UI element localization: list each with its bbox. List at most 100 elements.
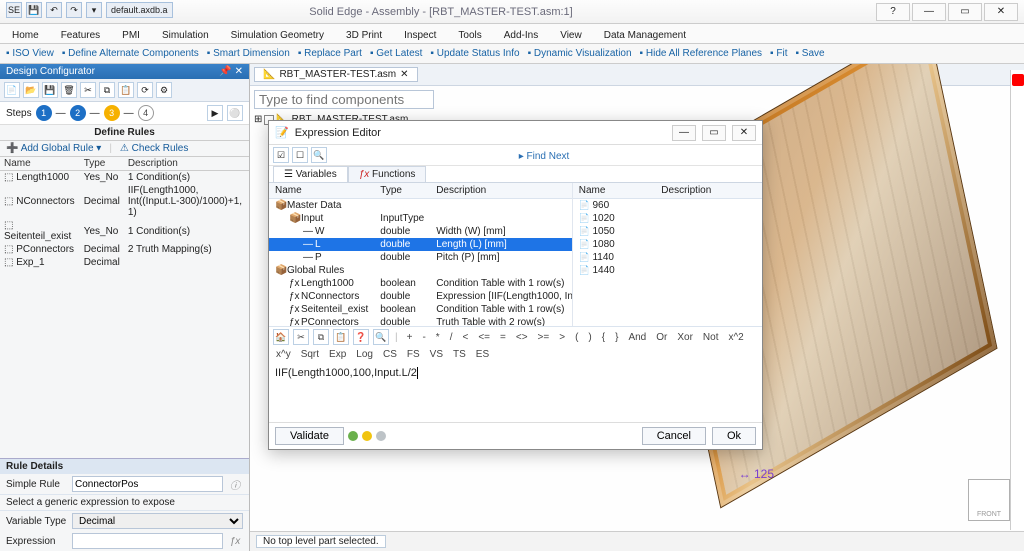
minimize-button[interactable]: — — [912, 3, 946, 21]
qat-undo-icon[interactable]: ↶ — [46, 2, 62, 18]
op-exp[interactable]: Exp — [326, 349, 349, 360]
op-[interactable]: - — [419, 332, 428, 343]
ribbon-tab-add-ins[interactable]: Add-Ins — [498, 28, 544, 43]
expr-paste-icon[interactable]: 📋 — [333, 329, 349, 345]
dialog-maximize-button[interactable]: ▭ — [702, 125, 726, 141]
refresh-icon[interactable]: ⟳ — [137, 82, 153, 98]
cut-icon[interactable]: ✂ — [80, 82, 96, 98]
find-next-link[interactable]: ▸ Find Next — [330, 147, 758, 163]
var-row[interactable]: —PdoublePitch (P) [mm] — [269, 251, 573, 264]
dlg-uncheckall-icon[interactable]: ☐ — [292, 147, 308, 163]
ribbon-tab-simulation-geometry[interactable]: Simulation Geometry — [225, 28, 330, 43]
expr-cut-icon[interactable]: ✂ — [293, 329, 309, 345]
op-and[interactable]: And — [625, 332, 649, 343]
find-components-input[interactable] — [254, 90, 434, 109]
tab-functions[interactable]: ƒx Functions — [348, 166, 427, 182]
qat-file-combo[interactable]: default.axdb.a — [106, 2, 173, 18]
rule-row[interactable]: ⬚ Seitenteil_existYes_No1 Condition(s) — [0, 219, 249, 243]
panel-pin-icon[interactable]: 📌 ✕ — [219, 66, 243, 77]
step-3[interactable]: 3 — [104, 105, 120, 121]
expression-textarea[interactable]: IIF(Length1000,100,Input.L/2 — [269, 362, 762, 422]
info-icon[interactable]: ⓘ — [227, 477, 243, 492]
ribbon-tab-data-management[interactable]: Data Management — [598, 28, 692, 43]
maximize-button[interactable]: ▭ — [948, 3, 982, 21]
open-icon[interactable]: 📂 — [23, 82, 39, 98]
validate-button[interactable]: Validate — [275, 427, 344, 445]
op-cs[interactable]: CS — [380, 349, 400, 360]
youtube-icon[interactable] — [1012, 74, 1024, 86]
op-[interactable]: * — [433, 332, 443, 343]
qat-dropdown-icon[interactable]: ▾ — [86, 2, 102, 18]
expr-copy-icon[interactable]: ⧉ — [313, 329, 329, 345]
step-4[interactable]: 4 — [138, 105, 154, 121]
cmd-get-latest[interactable]: ▪ Get Latest — [370, 48, 422, 59]
paste-icon[interactable]: 📋 — [118, 82, 134, 98]
value-row[interactable]: 960 — [573, 199, 762, 213]
dlg-browse-icon[interactable]: 🔍 — [311, 147, 327, 163]
op-xor[interactable]: Xor — [674, 332, 696, 343]
op-x2[interactable]: x^2 — [725, 332, 746, 343]
var-row[interactable]: —LdoubleLength (L) [mm] — [269, 238, 573, 251]
cmd-replace-part[interactable]: ▪ Replace Part — [298, 48, 362, 59]
var-row[interactable]: —WdoubleWidth (W) [mm] — [269, 225, 573, 238]
op-[interactable]: ) — [585, 332, 594, 343]
ribbon-tab-tools[interactable]: Tools — [452, 28, 487, 43]
cmd-iso-view[interactable]: ▪ ISO View — [6, 48, 54, 59]
rule-row[interactable]: ⬚ Length1000Yes_No1 Condition(s) — [0, 171, 249, 185]
ribbon-tab-simulation[interactable]: Simulation — [156, 28, 215, 43]
op-es[interactable]: ES — [473, 349, 492, 360]
var-row[interactable]: 📦InputInputType — [269, 212, 573, 225]
values-grid[interactable]: NameDescription 96010201050108011401440 — [573, 183, 762, 277]
dlg-checkall-icon[interactable]: ☑ — [273, 147, 289, 163]
op-[interactable]: > — [556, 332, 568, 343]
view-cube[interactable] — [968, 479, 1010, 521]
dialog-close-button[interactable]: ✕ — [732, 125, 756, 141]
cmd-define-alternate-components[interactable]: ▪ Define Alternate Components — [62, 48, 199, 59]
expr-find-icon[interactable]: 🔍 — [373, 329, 389, 345]
ribbon-tab-view[interactable]: View — [554, 28, 588, 43]
step-1[interactable]: 1 — [36, 105, 52, 121]
cmd-dynamic-visualization[interactable]: ▪ Dynamic Visualization — [528, 48, 632, 59]
ribbon-tab-pmi[interactable]: PMI — [116, 28, 146, 43]
op-ts[interactable]: TS — [450, 349, 469, 360]
op-vs[interactable]: VS — [427, 349, 446, 360]
op-xy[interactable]: x^y — [273, 349, 294, 360]
op-sqrt[interactable]: Sqrt — [298, 349, 322, 360]
op-[interactable]: <> — [513, 332, 531, 343]
op-not[interactable]: Not — [700, 332, 722, 343]
cmd-fit[interactable]: ▪ Fit — [770, 48, 787, 59]
new-icon[interactable]: 📄 — [4, 82, 20, 98]
op-[interactable]: <= — [475, 332, 493, 343]
value-row[interactable]: 1080 — [573, 238, 762, 251]
step-2[interactable]: 2 — [70, 105, 86, 121]
dialog-minimize-button[interactable]: — — [672, 125, 696, 141]
cmd-update-status-info[interactable]: ▪ Update Status Info — [430, 48, 519, 59]
op-[interactable]: < — [459, 332, 471, 343]
record-icon[interactable]: ⚪ — [227, 105, 243, 121]
cancel-button[interactable]: Cancel — [642, 427, 706, 445]
variable-type-select[interactable]: Decimal — [72, 513, 243, 529]
close-button[interactable]: ✕ — [984, 3, 1018, 21]
delete-icon[interactable]: 🗑 — [61, 82, 77, 98]
value-row[interactable]: 1050 — [573, 225, 762, 238]
cmd-smart-dimension[interactable]: ▪ Smart Dimension — [207, 48, 290, 59]
ok-button[interactable]: Ok — [712, 427, 756, 445]
check-rules-button[interactable]: ⚠ Check Rules — [120, 143, 188, 154]
expression-input[interactable] — [72, 533, 223, 549]
ribbon-tab-inspect[interactable]: Inspect — [398, 28, 442, 43]
var-row[interactable]: ƒxPConnectorsdoubleTruth Table with 2 ro… — [269, 316, 573, 326]
rule-row[interactable]: ⬚ Exp_1Decimal — [0, 256, 249, 269]
rule-row[interactable]: ⬚ PConnectorsDecimal2 Truth Mapping(s) — [0, 243, 249, 256]
cmd-hide-all-reference-planes[interactable]: ▪ Hide All Reference Planes — [640, 48, 763, 59]
cmd-save[interactable]: ▪ Save — [795, 48, 824, 59]
op-[interactable]: = — [497, 332, 509, 343]
simple-rule-input[interactable] — [72, 476, 223, 492]
op-[interactable]: / — [447, 332, 456, 343]
document-tab[interactable]: 📐 RBT_MASTER-TEST.asm ✕ — [254, 67, 418, 82]
var-row[interactable]: 📦Global Rules — [269, 264, 573, 277]
var-row[interactable]: ƒxSeitenteil_existbooleanCondition Table… — [269, 303, 573, 316]
value-row[interactable]: 1020 — [573, 212, 762, 225]
value-row[interactable]: 1440 — [573, 264, 762, 277]
save-icon[interactable]: 💾 — [42, 82, 58, 98]
value-row[interactable]: 1140 — [573, 251, 762, 264]
